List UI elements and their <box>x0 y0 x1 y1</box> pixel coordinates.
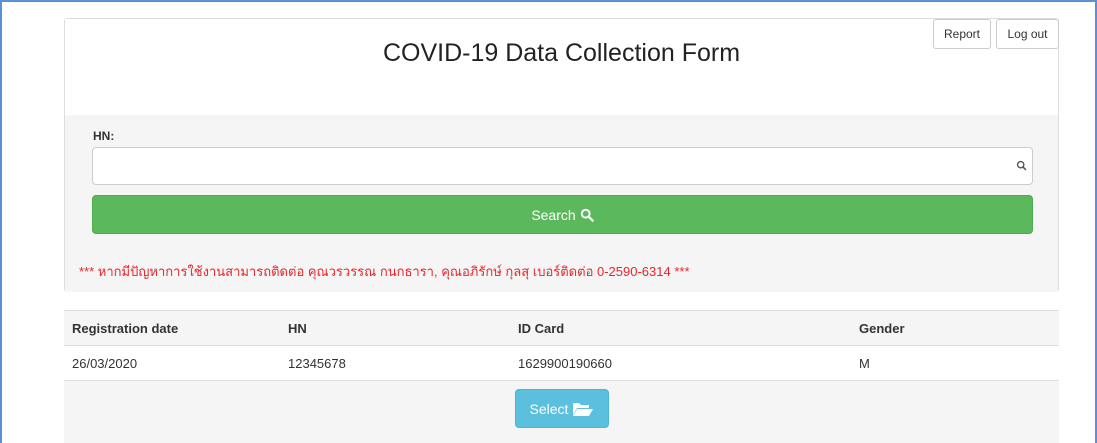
table-header-row: Registration date HN ID Card Gender <box>64 310 1059 346</box>
column-header-id-card: ID Card <box>510 310 851 346</box>
cell-gender: M <box>851 345 1059 381</box>
cell-id-card: 1629900190660 <box>510 345 851 381</box>
select-button[interactable]: Select <box>515 389 609 428</box>
select-button-label: Select <box>529 400 569 417</box>
contact-notice: *** หากมีปัญหาการใช้งานสามารถติดต่อ คุณว… <box>79 264 690 279</box>
page-title: COVID-19 Data Collection Form <box>382 39 741 67</box>
column-header-gender: Gender <box>851 310 1059 346</box>
search-icon <box>1016 160 1027 171</box>
search-button-label: Search <box>531 206 576 223</box>
search-form: HN: Search *** หากมีปัญหาการใช้งานสามารถ… <box>65 115 1058 292</box>
logout-button[interactable]: Log out <box>996 19 1059 49</box>
window-border-left <box>0 0 2 443</box>
results-table: Registration date HN ID Card Gender 26/0… <box>64 310 1059 381</box>
table-row: 26/03/2020 12345678 1629900190660 M <box>64 345 1059 381</box>
search-icon <box>580 208 594 222</box>
hn-input[interactable] <box>92 147 1033 185</box>
window-border-top <box>0 0 1097 2</box>
panel-header: COVID-19 Data Collection Form Report Log… <box>65 19 1059 115</box>
folder-open-icon <box>573 402 594 416</box>
cell-hn: 12345678 <box>280 345 510 381</box>
hn-label: HN: <box>93 129 115 143</box>
search-panel: COVID-19 Data Collection Form Report Log… <box>64 18 1059 292</box>
cell-registration-date: 26/03/2020 <box>64 345 280 381</box>
column-header-registration-date: Registration date <box>64 310 280 346</box>
report-button[interactable]: Report <box>933 19 991 49</box>
column-header-hn: HN <box>280 310 510 346</box>
search-button[interactable]: Search <box>92 195 1033 234</box>
